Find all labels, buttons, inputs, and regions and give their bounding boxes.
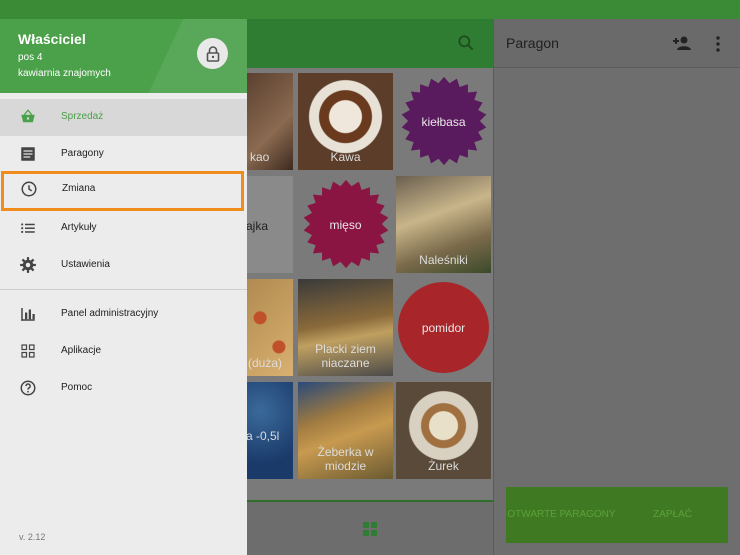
menu-item-shift[interactable]: Zmiana	[1, 171, 244, 211]
menu-item-label: Artykuły	[61, 222, 97, 233]
product-tile-label: (duża)	[248, 356, 283, 370]
menu-item-help[interactable]: Pomoc	[0, 370, 247, 407]
product-tile[interactable]: Żeberka w miodzie	[298, 382, 393, 479]
product-tile-label: Żurek	[428, 459, 459, 473]
help-icon	[20, 380, 36, 396]
product-tile-label: kao	[250, 150, 270, 164]
product-tile-label: Placki ziem niaczane	[315, 342, 376, 370]
gear-icon	[20, 257, 36, 273]
search-icon[interactable]	[456, 33, 476, 53]
product-tile[interactable]: a -0,5l	[246, 382, 293, 479]
lock-icon	[206, 45, 219, 62]
menu-item-label: Aplikacje	[61, 345, 102, 356]
badge-label: kiełbasa	[421, 114, 466, 129]
menu-item-apps[interactable]: Aplikacje	[0, 333, 247, 370]
product-tile[interactable]: mięso	[298, 176, 393, 273]
product-tile[interactable]: kao	[246, 73, 293, 170]
receipt-title: Paragon	[506, 35, 559, 51]
pos-name: pos 4	[18, 52, 43, 63]
menu-item-label: Zmiana	[62, 183, 96, 194]
menu-item-label: Sprzedaż	[61, 111, 104, 122]
menu-item-label: Panel administracyjny	[61, 308, 159, 319]
product-tile[interactable]: Żurek	[396, 382, 491, 479]
receipt-list-icon	[21, 147, 35, 161]
pay-button[interactable]: ZAPŁAĆ	[617, 487, 728, 543]
owner-name: Właściciel	[18, 31, 86, 47]
add-customer-icon[interactable]	[672, 35, 692, 51]
menu-item-admin-panel[interactable]: Panel administracyjny	[0, 296, 247, 333]
apps-icon	[21, 344, 35, 358]
more-options-icon[interactable]	[715, 36, 721, 52]
product-tile-label: a -0,5l	[246, 429, 280, 443]
open-receipts-button[interactable]: OTWARTE PARAGONY	[506, 487, 617, 543]
product-tile-label: Kawa	[330, 150, 361, 164]
menu-item-label: Paragony	[61, 148, 104, 159]
menu-item-sales[interactable]: Sprzedaż	[0, 99, 247, 136]
product-tile[interactable]: (duża)	[246, 279, 293, 376]
menu-item-settings[interactable]: Ustawienia	[0, 247, 247, 284]
drawer-header: Właściciel pos 4 kawiarnia znajomych	[0, 19, 247, 93]
menu-divider	[0, 289, 247, 290]
navigation-drawer: Właściciel pos 4 kawiarnia znajomych Spr…	[0, 19, 247, 555]
clock-icon	[21, 181, 37, 197]
product-tile-label: Żeberka w miodzie	[317, 445, 374, 473]
product-tile[interactable]: ajka	[246, 176, 293, 273]
header-decoration	[143, 19, 247, 93]
menu-item-label: Pomoc	[61, 382, 93, 393]
basket-icon	[21, 109, 35, 123]
receipt-panel: Paragon OTWARTE PARAGONY ZAPŁAĆ	[493, 19, 740, 555]
product-tile[interactable]: kiełbasa	[396, 73, 491, 170]
receipt-actions: OTWARTE PARAGONY ZAPŁAĆ	[506, 487, 728, 543]
badge-label: mięso	[329, 217, 362, 232]
badge-label: pomidor	[421, 320, 466, 335]
location-name: kawiarnia znajomych	[18, 68, 111, 79]
product-tile[interactable]: Kawa	[298, 73, 393, 170]
list-icon	[21, 223, 35, 233]
product-tile[interactable]: Placki ziem niaczane	[298, 279, 393, 376]
product-tile[interactable]: pomidor	[396, 279, 491, 376]
grid-view-icon[interactable]	[363, 522, 377, 536]
lock-button[interactable]	[197, 38, 228, 69]
receipt-app-bar: Paragon	[494, 19, 740, 68]
product-tile-label: Naleśniki	[419, 253, 468, 267]
menu-item-articles[interactable]: Artykuły	[0, 210, 247, 247]
product-tile-label: ajka	[246, 219, 269, 233]
product-tile[interactable]: Naleśniki	[396, 176, 491, 273]
version-label: v. 2.12	[19, 532, 46, 542]
menu-item-label: Ustawienia	[61, 259, 110, 270]
status-bar	[0, 0, 740, 19]
bar-chart-icon	[21, 308, 35, 321]
menu-item-receipts[interactable]: Paragony	[0, 136, 247, 173]
